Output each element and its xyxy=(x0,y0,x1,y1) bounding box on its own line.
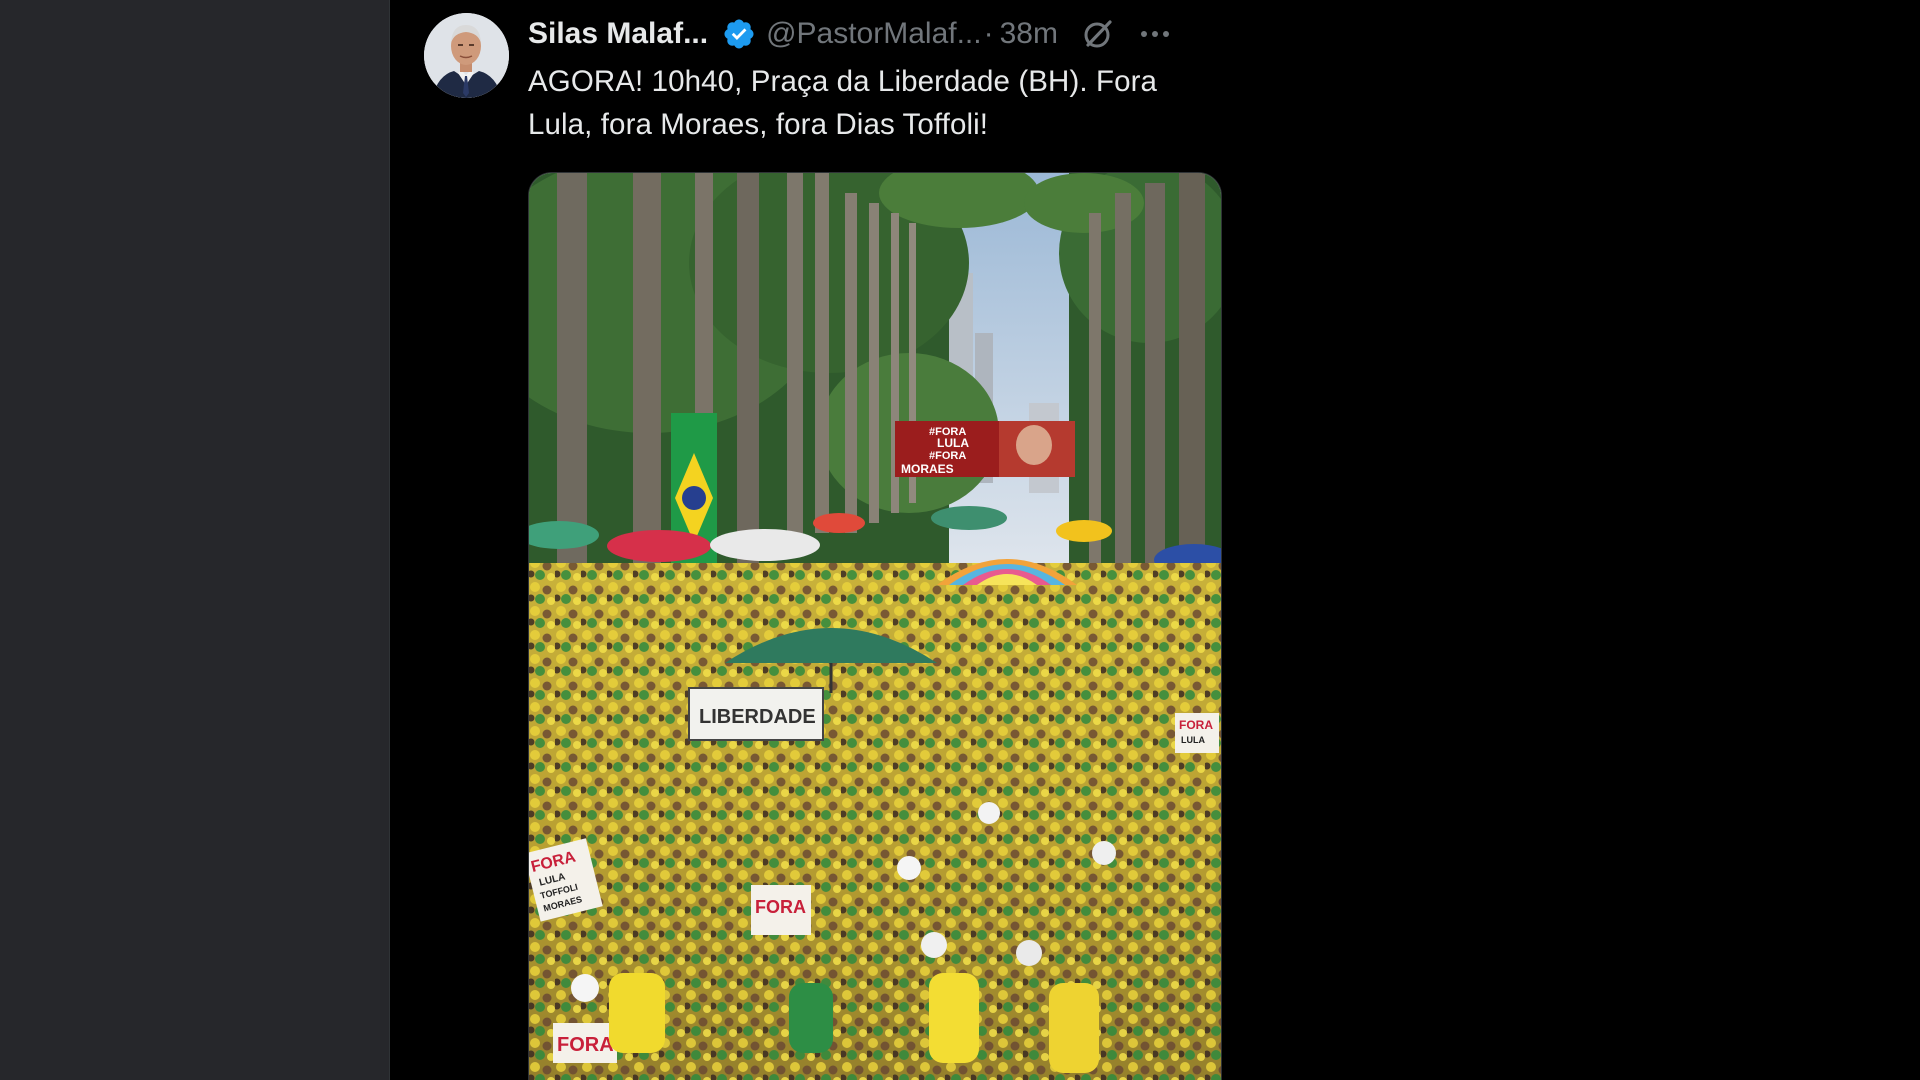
umbrella xyxy=(607,530,711,562)
right-sign-line-2: LULA xyxy=(1181,735,1205,745)
umbrella xyxy=(931,506,1007,530)
tweet-media-image[interactable]: #FORA LULA #FORA MORAES LIBERDADE FORA L… xyxy=(528,172,1222,1080)
fora-sign-bottom-left: FORA xyxy=(553,1023,617,1063)
display-name[interactable]: Silas Malaf... xyxy=(528,17,708,51)
more-options-icon[interactable] xyxy=(1138,17,1172,51)
center-sign-text: FORA xyxy=(755,897,806,917)
avatar-image xyxy=(424,13,509,98)
tweet-text: AGORA! 10h40, Praça da Liberdade (BH). F… xyxy=(528,65,1158,141)
user-handle[interactable]: @PastorMalaf... xyxy=(766,17,982,51)
bottom-left-sign-text: FORA xyxy=(557,1034,614,1056)
verified-badge-icon[interactable] xyxy=(722,17,756,51)
grok-icon[interactable] xyxy=(1080,16,1116,52)
banner-line-4: MORAES xyxy=(901,462,954,476)
fora-sign-center: FORA xyxy=(751,885,811,935)
right-sign-line-1: FORA xyxy=(1179,718,1213,732)
umbrella xyxy=(710,529,820,561)
screen: Silas Malaf... @PastorMalaf... · 38m AGO… xyxy=(0,0,1920,1080)
separator-dot: · xyxy=(983,17,994,50)
tweet-header: Silas Malaf... @PastorMalaf... · 38m xyxy=(528,14,1218,54)
umbrella xyxy=(1056,520,1112,542)
liberdade-sign-text: LIBERDADE xyxy=(699,706,816,728)
left-sidebar-blank xyxy=(0,0,389,1080)
tweet[interactable]: Silas Malaf... @PastorMalaf... · 38m AGO… xyxy=(390,0,1240,1080)
protest-crowd-photo: #FORA LULA #FORA MORAES LIBERDADE FORA L… xyxy=(529,173,1221,1080)
timestamp[interactable]: 38m xyxy=(1000,17,1058,51)
banner-line-3: #FORA xyxy=(929,450,966,462)
liberdade-sign: LIBERDADE xyxy=(688,687,824,741)
banner-line-2: LULA xyxy=(937,436,969,450)
fora-banner: #FORA LULA #FORA MORAES xyxy=(895,421,1075,477)
umbrella xyxy=(813,513,865,533)
fora-sign-right: FORA LULA xyxy=(1175,713,1219,753)
right-blank-area xyxy=(1240,0,1920,1080)
avatar[interactable] xyxy=(424,13,509,98)
